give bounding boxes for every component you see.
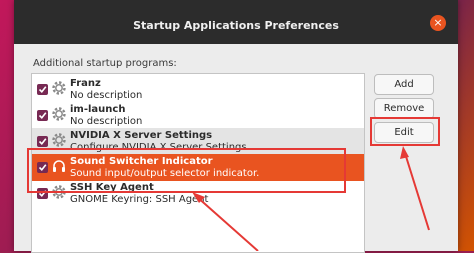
program-description: No description [70,116,143,127]
program-description: Configure NVIDIA X Server Settings [70,142,247,153]
list-item[interactable]: NVIDIA X Server Settings Configure NVIDI… [32,128,364,155]
enabled-checkbox[interactable] [37,110,48,121]
enabled-checkbox[interactable] [37,162,48,173]
list-item[interactable]: SSH Key Agent GNOME Keyring: SSH Agent [32,180,364,207]
list-item[interactable]: Franz No description [32,76,364,103]
gear-icon [52,185,66,199]
gear-icon [52,133,66,147]
program-name: SSH Key Agent [70,182,154,193]
edit-button[interactable]: Edit [374,122,434,143]
enabled-checkbox[interactable] [37,188,48,199]
close-icon[interactable]: × [430,15,446,31]
program-name: Franz [70,78,101,89]
enabled-checkbox[interactable] [37,84,48,95]
program-name: NVIDIA X Server Settings [70,130,213,141]
headphones-icon [53,160,65,172]
gear-icon [52,81,66,95]
program-description: No description [70,90,143,101]
list-item-selected[interactable]: Sound Switcher Indicator Sound input/out… [32,154,364,181]
section-label: Additional startup programs: [33,58,177,69]
title-bar: Startup Applications Preferences × [14,0,458,44]
program-name: im-launch [70,104,126,115]
window-title: Startup Applications Preferences [133,19,339,32]
program-description: GNOME Keyring: SSH Agent [70,194,209,205]
startup-programs-list[interactable]: Franz No description im-launch No descri… [31,73,365,253]
add-button[interactable]: Add [374,74,434,95]
program-description: Sound input/output selector indicator. [70,168,260,179]
list-item[interactable]: im-launch No description [32,102,364,129]
startup-applications-window: Startup Applications Preferences × Addit… [14,0,458,253]
gear-icon [52,107,66,121]
enabled-checkbox[interactable] [37,136,48,147]
remove-button[interactable]: Remove [374,98,434,119]
program-name: Sound Switcher Indicator [70,156,213,167]
